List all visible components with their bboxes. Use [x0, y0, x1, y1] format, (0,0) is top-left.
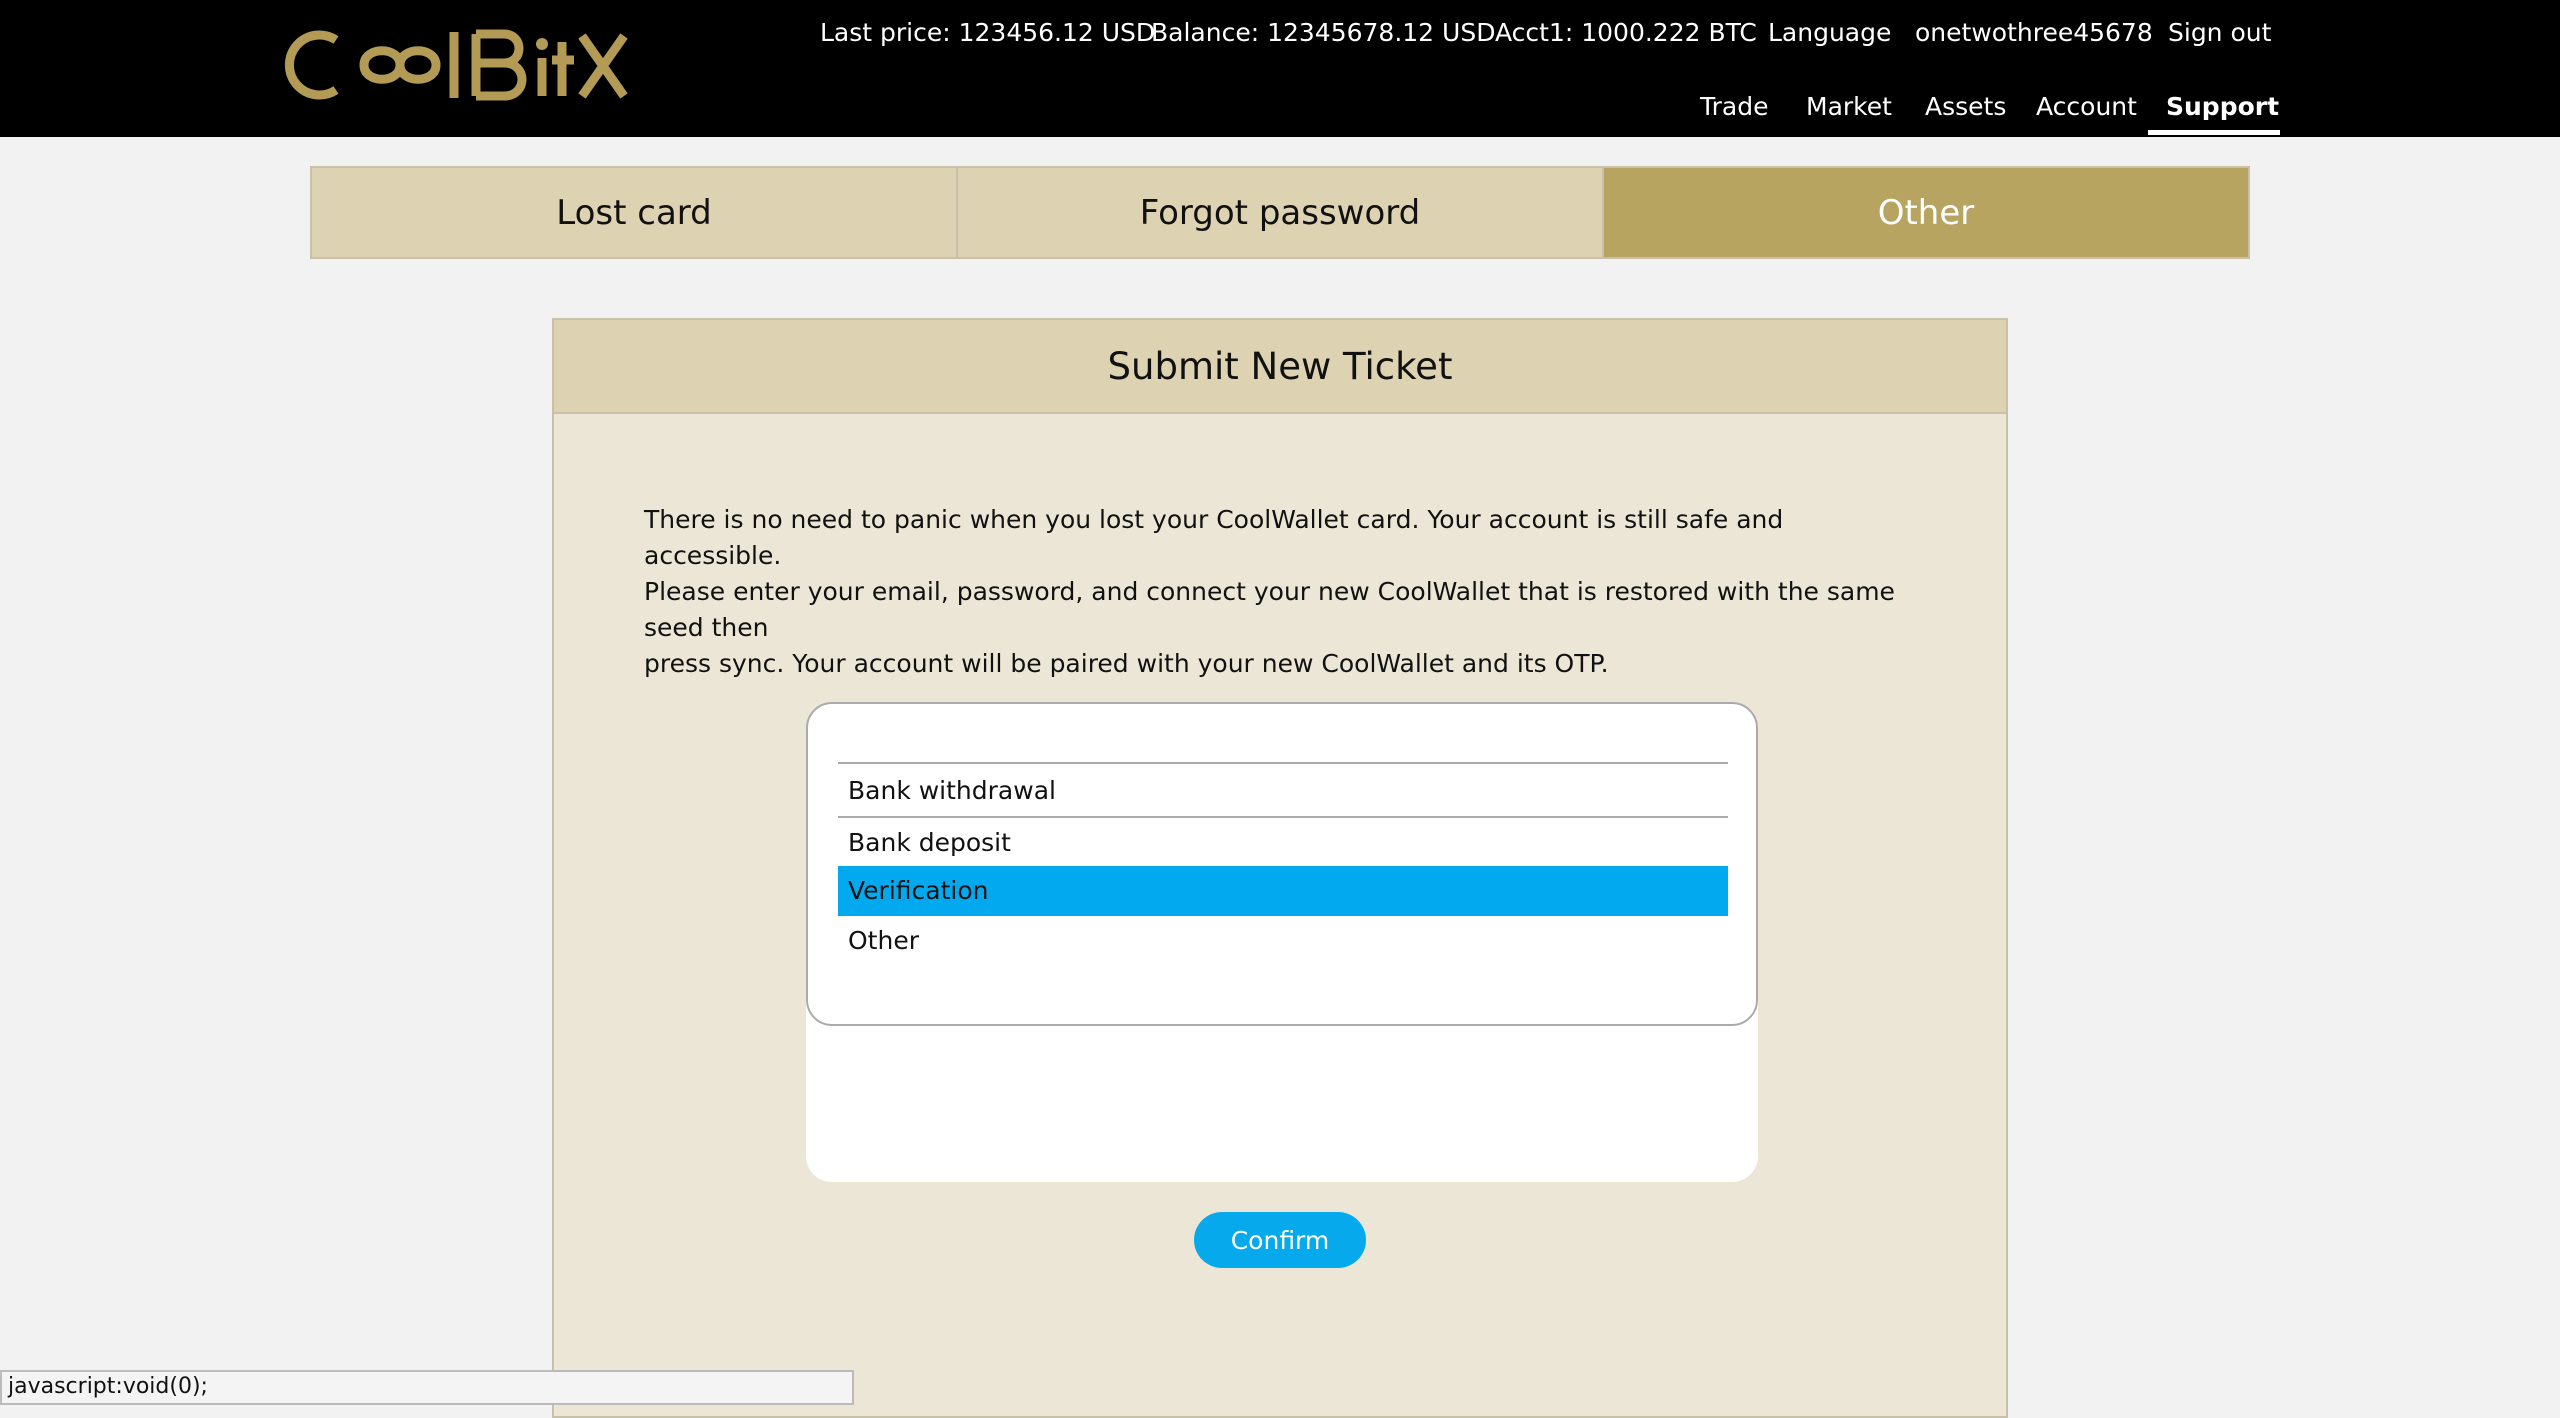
tab-other[interactable]: Other — [1604, 168, 2248, 257]
balance-label: Balance: 12345678.12 USD — [1151, 18, 1496, 47]
nav-trade[interactable]: Trade — [1700, 88, 1768, 126]
ticket-panel: Submit New Ticket There is no need to pa… — [552, 318, 2008, 1418]
username-link[interactable]: onetwothree45678 — [1915, 15, 2153, 51]
panel-title: Submit New Ticket — [554, 320, 2006, 414]
tab-lost-card[interactable]: Lost card — [312, 168, 958, 257]
sign-out-link[interactable]: Sign out — [2168, 15, 2271, 51]
option-verification[interactable]: Verification — [838, 866, 1728, 916]
panel-description: There is no need to panic when you lost … — [644, 502, 1924, 682]
option-bank-deposit[interactable]: Bank deposit — [838, 816, 1728, 866]
description-line: There is no need to panic when you lost … — [644, 505, 1784, 570]
browser-status-bar: javascript:void(0); — [0, 1370, 854, 1405]
nav-market[interactable]: Market — [1806, 88, 1892, 126]
description-line: press sync. Your account will be paired … — [644, 649, 1609, 678]
nav-account[interactable]: Account — [2036, 88, 2137, 126]
confirm-button[interactable]: Confirm — [1194, 1212, 1366, 1268]
option-bank-withdrawal[interactable]: Bank withdrawal — [838, 766, 1728, 816]
top-header: Last price: 123456.12 USD Balance: 12345… — [0, 0, 2560, 137]
option-empty[interactable] — [838, 714, 1728, 764]
option-other[interactable]: Other — [838, 916, 1728, 966]
ticket-type-select-area: Bank withdrawal Bank deposit Verificatio… — [806, 702, 1758, 1182]
language-link[interactable]: Language — [1768, 15, 1891, 51]
last-price-label: Last price: 123456.12 USD — [820, 18, 1156, 47]
account-balance-label: Acct1: 1000.222 BTC — [1495, 18, 1757, 47]
support-tabs: Lost card Forgot password Other — [310, 166, 2250, 259]
active-nav-underline — [2148, 130, 2280, 135]
main-nav: Trade Market Assets Account Support — [0, 88, 2560, 128]
nav-support[interactable]: Support — [2166, 88, 2279, 126]
description-line: Please enter your email, password, and c… — [644, 577, 1895, 642]
ticket-type-listbox[interactable]: Bank withdrawal Bank deposit Verificatio… — [806, 702, 1758, 1026]
tab-forgot-password[interactable]: Forgot password — [958, 168, 1604, 257]
nav-assets[interactable]: Assets — [1925, 88, 2006, 126]
